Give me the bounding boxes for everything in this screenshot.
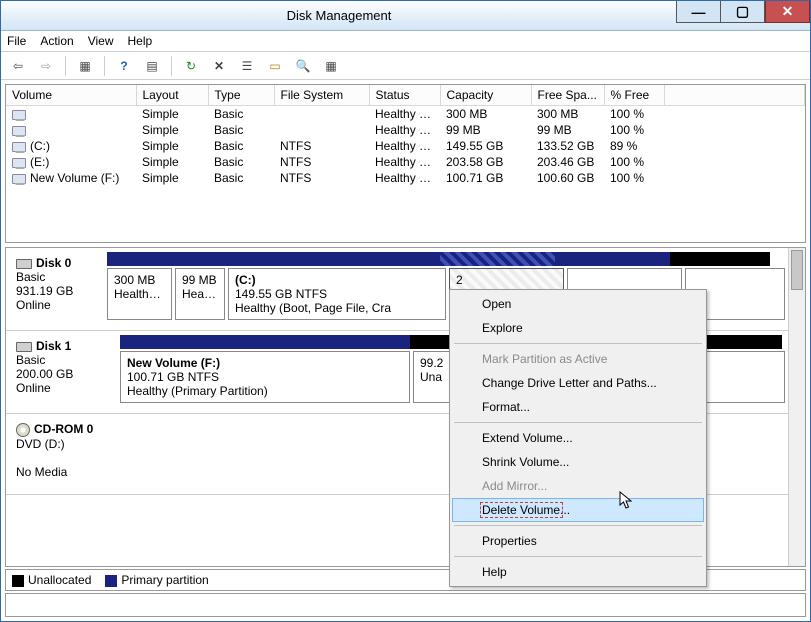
menubar: File Action View Help (1, 31, 810, 52)
disk-info[interactable]: CD-ROM 0DVD (D:)No Media (6, 414, 126, 494)
legend-unallocated: Unallocated (12, 573, 91, 587)
column-header[interactable]: Layout (136, 85, 208, 106)
partition-box[interactable]: 99 MBHealthy ( (175, 268, 225, 320)
close-button[interactable]: ✕ (765, 1, 810, 23)
settings-icon[interactable]: ☰ (236, 55, 258, 77)
menu-item-explore[interactable]: Explore (452, 316, 704, 340)
column-header[interactable]: Status (369, 85, 440, 106)
menu-item-mark-partition-as-active: Mark Partition as Active (452, 347, 704, 371)
statusbar (5, 593, 806, 617)
show-hide-button[interactable]: ▦ (74, 55, 96, 77)
menu-file[interactable]: File (7, 34, 26, 48)
search-icon[interactable]: 🔍 (292, 55, 314, 77)
properties-icon[interactable]: ▤ (141, 55, 163, 77)
minimize-button[interactable]: — (676, 1, 721, 23)
menu-item-properties[interactable]: Properties (452, 529, 704, 553)
column-header[interactable]: Volume (6, 85, 136, 106)
volume-list: VolumeLayoutTypeFile SystemStatusCapacit… (5, 84, 806, 243)
volume-header-row: VolumeLayoutTypeFile SystemStatusCapacit… (6, 85, 805, 106)
titlebar: Disk Management — ▢ ✕ (1, 1, 810, 31)
menu-item-help[interactable]: Help (452, 560, 704, 584)
menu-item-change-drive-letter-and-paths[interactable]: Change Drive Letter and Paths... (452, 371, 704, 395)
context-menu: OpenExplore Mark Partition as ActiveChang… (449, 289, 707, 587)
cursor-icon (619, 491, 635, 511)
window-title: Disk Management (1, 8, 677, 23)
column-header[interactable]: % Free (604, 85, 664, 106)
volume-row[interactable]: SimpleBasicHealthy (E...99 MB99 MB100 % (6, 122, 805, 138)
menu-help[interactable]: Help (128, 34, 153, 48)
column-header[interactable]: File System (274, 85, 369, 106)
menu-action[interactable]: Action (40, 34, 73, 48)
volume-row[interactable]: New Volume (F:)SimpleBasicNTFSHealthy (P… (6, 170, 805, 186)
help-icon[interactable]: ? (113, 55, 135, 77)
menu-item-shrink-volume[interactable]: Shrink Volume... (452, 450, 704, 474)
forward-button[interactable]: ⇨ (35, 55, 57, 77)
partition-box[interactable]: (C:)149.55 GB NTFSHealthy (Boot, Page Fi… (228, 268, 446, 320)
volume-row[interactable]: SimpleBasicHealthy (R...300 MB300 MB100 … (6, 106, 805, 123)
menu-item-format[interactable]: Format... (452, 395, 704, 419)
delete-icon[interactable]: ✕ (208, 55, 230, 77)
column-header[interactable]: Type (208, 85, 274, 106)
disk-info[interactable]: Disk 0Basic931.19 GBOnline (6, 248, 107, 330)
menu-item-add-mirror: Add Mirror... (452, 474, 704, 498)
partition-box[interactable]: New Volume (F:)100.71 GB NTFSHealthy (Pr… (120, 351, 410, 403)
legend-primary: Primary partition (105, 573, 208, 587)
column-header[interactable]: Capacity (440, 85, 531, 106)
toolbar: ⇦ ⇨ ▦ ? ▤ ↻ ✕ ☰ ▭ 🔍 ▦ (1, 52, 810, 80)
volume-row[interactable]: (E:)SimpleBasicNTFSHealthy (B...203.58 G… (6, 154, 805, 170)
refresh-icon[interactable]: ↻ (180, 55, 202, 77)
menu-view[interactable]: View (88, 34, 114, 48)
window-buttons: — ▢ ✕ (677, 1, 810, 30)
menu-item-delete-volume[interactable]: Delete Volume... (452, 498, 704, 522)
maximize-button[interactable]: ▢ (720, 1, 765, 23)
scrollbar-vertical[interactable] (788, 248, 805, 566)
partition-box[interactable]: 300 MBHealthy (Re (107, 268, 172, 320)
menu-item-extend-volume[interactable]: Extend Volume... (452, 426, 704, 450)
back-button[interactable]: ⇦ (7, 55, 29, 77)
folder-icon[interactable]: ▭ (264, 55, 286, 77)
disk-info[interactable]: Disk 1Basic200.00 GBOnline (6, 331, 120, 413)
column-header[interactable]: Free Spa... (531, 85, 604, 106)
menu-item-open[interactable]: Open (452, 292, 704, 316)
list-icon[interactable]: ▦ (320, 55, 342, 77)
volume-row[interactable]: (C:)SimpleBasicNTFSHealthy (B...149.55 G… (6, 138, 805, 154)
